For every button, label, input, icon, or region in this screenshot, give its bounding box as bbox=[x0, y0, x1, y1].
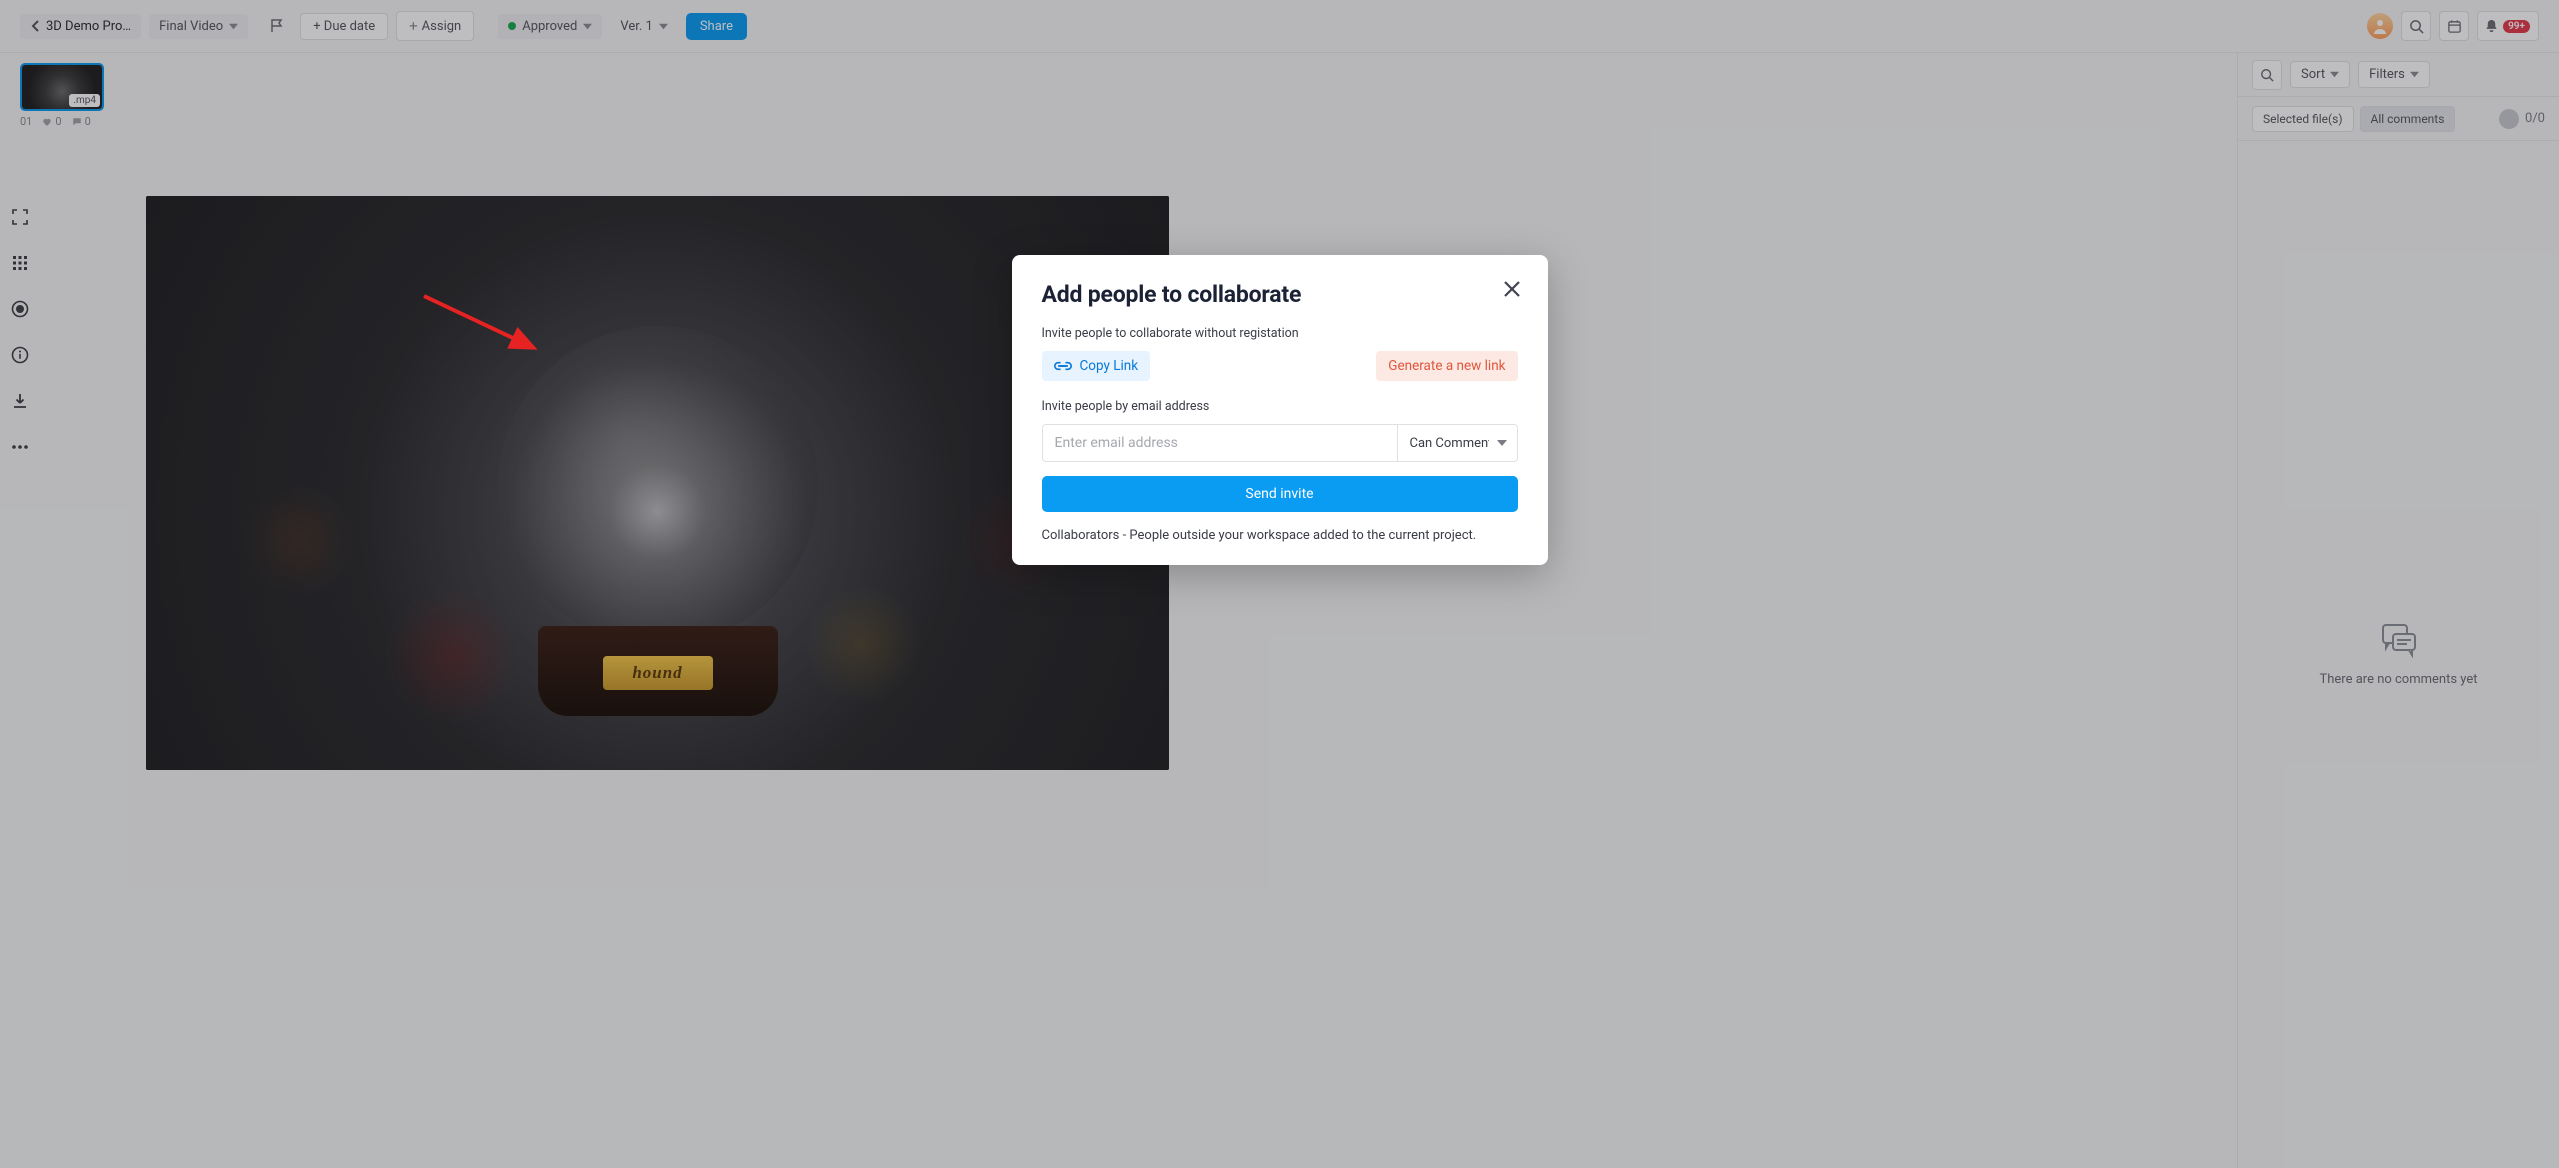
link-icon bbox=[1054, 359, 1072, 373]
generate-link-button[interactable]: Generate a new link bbox=[1376, 351, 1517, 381]
email-row: Can Comment bbox=[1042, 424, 1518, 462]
copy-link-button[interactable]: Copy Link bbox=[1042, 351, 1151, 381]
send-invite-button[interactable]: Send invite bbox=[1042, 476, 1518, 512]
modal-title: Add people to collaborate bbox=[1042, 281, 1518, 308]
add-people-modal: Add people to collaborate Invite people … bbox=[1012, 255, 1548, 565]
invite-link-label: Invite people to collaborate without reg… bbox=[1042, 326, 1518, 341]
modal-overlay[interactable]: Add people to collaborate Invite people … bbox=[0, 0, 2559, 1168]
link-row: Copy Link Generate a new link bbox=[1042, 351, 1518, 381]
collaborators-note: Collaborators - People outside your work… bbox=[1042, 528, 1518, 543]
permission-select[interactable]: Can Comment bbox=[1397, 425, 1517, 461]
close-icon bbox=[1502, 279, 1522, 299]
invite-email-label: Invite people by email address bbox=[1042, 399, 1518, 414]
copy-link-label: Copy Link bbox=[1080, 358, 1139, 374]
email-input[interactable] bbox=[1043, 425, 1397, 461]
close-button[interactable] bbox=[1502, 279, 1526, 303]
